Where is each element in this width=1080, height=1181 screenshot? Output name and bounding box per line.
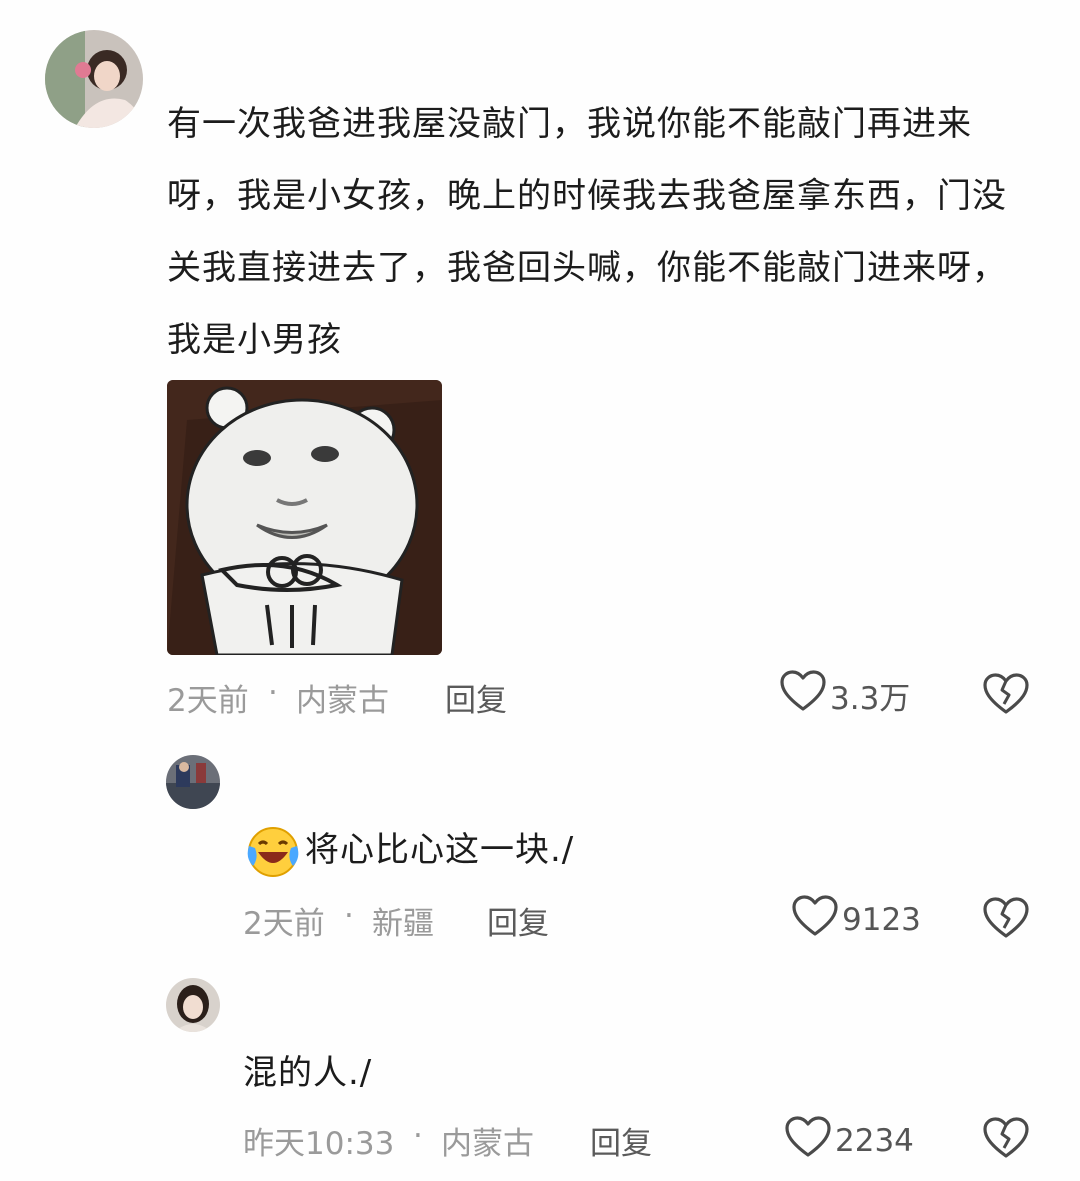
panda-meme-sticker[interactable] [167,380,442,655]
user-avatar[interactable] [45,30,143,128]
heart-outline-icon [785,1116,831,1166]
reply-button[interactable]: 回复 [487,898,549,943]
broken-heart-icon [983,897,1029,943]
comment-text: 混的人./ [243,1053,373,1093]
heart-outline-icon [780,670,826,720]
heart-outline-icon [792,895,838,945]
reply-button[interactable]: 回复 [445,675,507,720]
broken-heart-icon [983,1117,1029,1163]
dislike-button[interactable] [983,1117,1029,1163]
like-button[interactable]: 2234 [785,1116,914,1166]
dislike-button[interactable] [983,673,1029,719]
laughing-crying-emoji [243,822,303,882]
meta-separator: · [344,898,354,934]
meta-separator: · [268,675,278,711]
like-count: 3.3万 [830,680,911,717]
broken-heart-icon [983,673,1029,719]
dislike-button[interactable] [983,897,1029,943]
comment-time: 昨天10:33 [243,1126,395,1162]
meta-separator: · [413,1118,423,1154]
user-avatar[interactable] [166,978,220,1032]
comment-location: 内蒙古 [296,683,389,719]
comment-time: 2天前 [243,906,325,942]
comment-location: 新疆 [372,906,434,942]
comment-text: 将心比心这一块./ [305,830,575,870]
like-count: 9123 [842,902,921,938]
comment-time: 2天前 [167,683,249,719]
like-count: 2234 [835,1123,914,1159]
like-button[interactable]: 9123 [792,895,921,945]
user-avatar[interactable] [166,755,220,809]
comment-text: 有一次我爸进我屋没敲门，我说你能不能敲门再进来呀，我是小女孩，晚上的时候我去我爸… [167,104,1007,360]
comment-location: 内蒙古 [441,1126,534,1162]
like-button[interactable]: 3.3万 [780,670,910,720]
reply-button[interactable]: 回复 [590,1118,652,1163]
